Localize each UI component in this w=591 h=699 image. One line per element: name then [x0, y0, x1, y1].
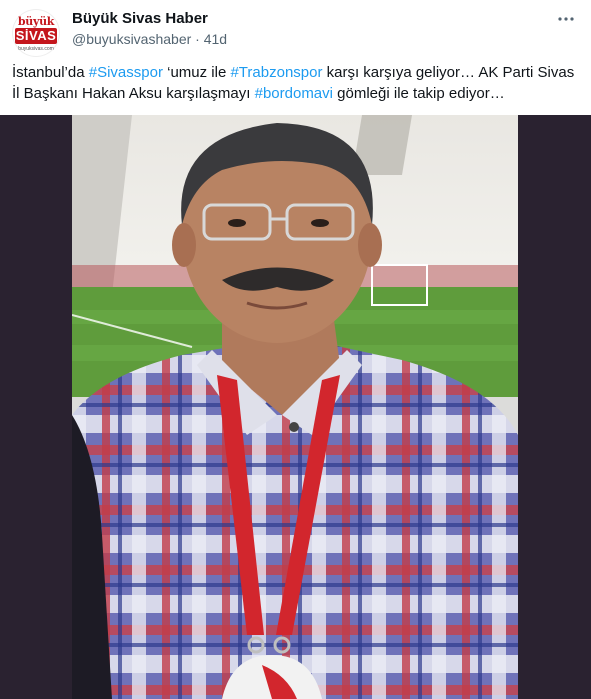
hashtag-link[interactable]: #Sivasspor: [89, 64, 163, 81]
handle-line: @buyuksivashaber · 41d: [72, 31, 227, 47]
tweet-text-part: ‘umuz ile: [162, 64, 231, 81]
hashtag-link[interactable]: #bordomavi: [255, 85, 333, 102]
more-options-button[interactable]: [555, 8, 577, 30]
tweet-photo[interactable]: [72, 115, 518, 699]
avatar-top-text: büyük: [17, 15, 55, 28]
more-options-icon: [558, 17, 574, 21]
timestamp[interactable]: 41d: [204, 31, 227, 47]
avatar-main-text: SİVAS: [15, 28, 57, 44]
tweet-card[interactable]: büyük SİVAS buyuksivas.com Büyük Sivas H…: [0, 0, 591, 699]
tweet-text-part: gömleği ile takip ediyor…: [333, 85, 505, 102]
tweet-text-part: İstanbul’da: [12, 64, 89, 81]
separator-dot: ·: [195, 31, 200, 47]
hashtag-link[interactable]: #Trabzonspor: [230, 64, 322, 81]
display-name[interactable]: Büyük Sivas Haber: [72, 10, 208, 27]
handle[interactable]: @buyuksivashaber: [72, 31, 191, 47]
media-container[interactable]: [0, 115, 591, 699]
avatar[interactable]: büyük SİVAS buyuksivas.com: [12, 9, 60, 57]
photo-illustration: [72, 115, 518, 699]
avatar-bottom-text: buyuksivas.com: [18, 46, 54, 52]
tweet-text: İstanbul’da #Sivasspor ‘umuz ile #Trabzo…: [12, 62, 578, 104]
